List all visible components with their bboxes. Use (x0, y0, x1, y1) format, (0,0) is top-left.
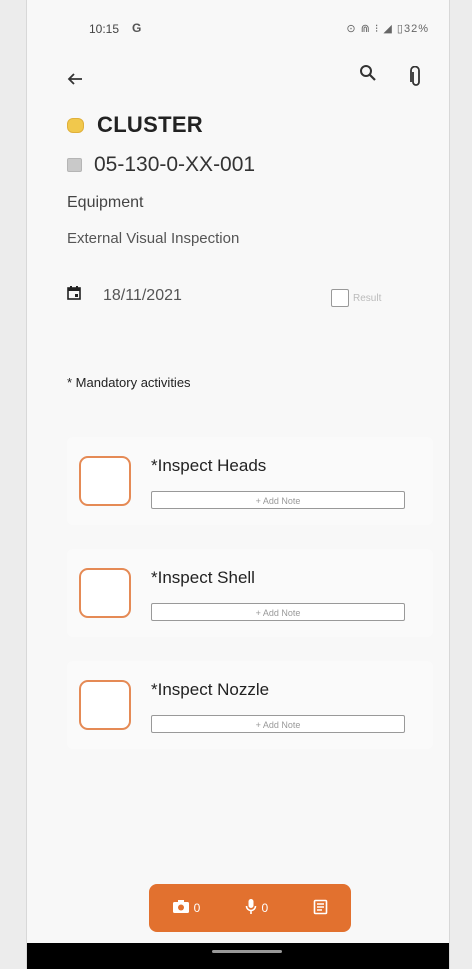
activity-title: *Inspect Shell (151, 568, 255, 587)
notes-button[interactable] (313, 899, 328, 918)
result-label: Result (353, 292, 382, 304)
activity-card: *Inspect Nozzle + Add Note (67, 661, 433, 749)
add-note-button[interactable]: + Add Note (151, 715, 405, 733)
calendar-icon[interactable] (67, 286, 81, 305)
status-time: 10:15 (89, 22, 120, 36)
inspection-type-label: External Visual Inspection (67, 230, 240, 247)
activity-title: *Inspect Nozzle (151, 680, 270, 699)
status-bar: 10:15 G ⊙ ⋒ ⁝ ◢ ▯32% (27, 0, 449, 58)
google-icon: G (132, 21, 142, 35)
equipment-code-row: 05-130-0-XX-001 (67, 153, 255, 177)
system-nav-bar (27, 943, 449, 969)
activity-checkbox[interactable] (79, 568, 131, 618)
date-row[interactable]: 18/11/2021 (67, 286, 182, 305)
back-arrow-icon[interactable] (67, 67, 83, 93)
add-note-button[interactable]: + Add Note (151, 603, 405, 621)
paperclip-icon[interactable] (409, 65, 423, 93)
result-checkbox-row[interactable]: Result (331, 289, 381, 307)
activity-checkbox[interactable] (79, 456, 131, 506)
phone-screen: 10:15 G ⊙ ⋒ ⁝ ◢ ▯32% CLUSTER 05-130-0-XX… (26, 0, 450, 969)
activity-card: *Inspect Shell + Add Note (67, 549, 433, 637)
home-gesture-handle[interactable] (212, 950, 282, 953)
camera-button[interactable]: 0 (172, 899, 201, 917)
audio-button[interactable]: 0 (245, 898, 268, 918)
search-icon[interactable] (359, 64, 377, 87)
camera-icon (172, 899, 190, 917)
cluster-row: CLUSTER (67, 112, 203, 138)
cluster-icon (67, 117, 84, 133)
category-label: Equipment (67, 194, 144, 211)
microphone-icon (245, 898, 257, 918)
activity-checkbox[interactable] (79, 680, 131, 730)
equipment-code: 05-130-0-XX-001 (94, 153, 256, 176)
inspection-date: 18/11/2021 (103, 286, 182, 304)
mandatory-note: * Mandatory activities (67, 375, 191, 390)
cluster-title: CLUSTER (97, 112, 203, 137)
add-note-button[interactable]: + Add Note (151, 491, 405, 509)
photo-count: 0 (193, 901, 201, 915)
status-icons: ⊙ ⋒ ⁝ ◢ ▯32% (346, 23, 429, 35)
audio-count: 0 (261, 901, 269, 915)
equipment-icon (67, 158, 82, 172)
activity-title: *Inspect Heads (151, 456, 267, 475)
media-action-bar: 0 0 (149, 884, 351, 932)
activity-card: *Inspect Heads + Add Note (67, 437, 433, 525)
note-icon (313, 899, 328, 918)
result-checkbox[interactable] (331, 289, 349, 307)
